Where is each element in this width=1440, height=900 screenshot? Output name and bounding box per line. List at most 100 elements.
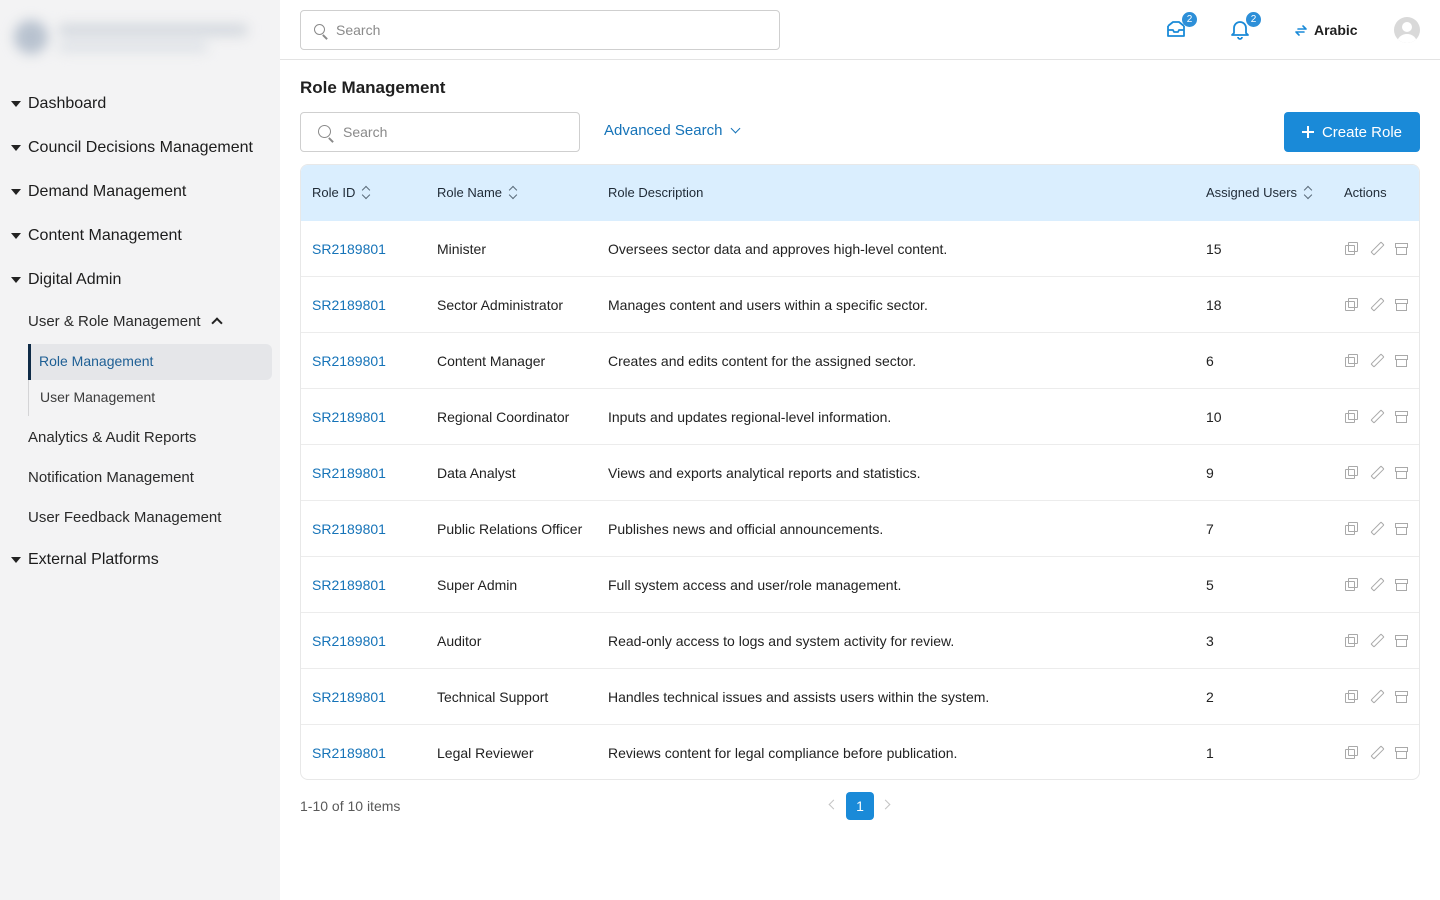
caret-down-icon	[11, 233, 21, 239]
edit-icon[interactable]	[1370, 634, 1383, 647]
sidebar-item-label: User & Role Management	[28, 313, 201, 330]
delete-icon[interactable]	[1395, 746, 1408, 759]
edit-icon[interactable]	[1370, 466, 1383, 479]
sidebar-item-user-management[interactable]: User Management	[40, 389, 155, 405]
edit-icon[interactable]	[1370, 746, 1383, 759]
role-name: Content Manager	[437, 353, 546, 369]
user-avatar-icon	[1397, 22, 1417, 43]
page-button-current[interactable]: 1	[846, 792, 874, 820]
table-search[interactable]	[300, 112, 580, 152]
copy-icon[interactable]	[1345, 242, 1358, 255]
edit-icon[interactable]	[1370, 410, 1383, 423]
role-id-link[interactable]: SR2189801	[312, 465, 386, 481]
role-description: Inputs and updates regional-level inform…	[608, 409, 892, 425]
column-header-role-id[interactable]: Role ID	[312, 185, 371, 200]
delete-icon[interactable]	[1395, 298, 1408, 311]
edit-icon[interactable]	[1370, 522, 1383, 535]
sidebar-item-council-decisions[interactable]: Council Decisions Management	[0, 136, 280, 160]
sidebar-item-dashboard[interactable]: Dashboard	[0, 92, 280, 116]
edit-icon[interactable]	[1370, 298, 1383, 311]
edit-icon[interactable]	[1370, 690, 1383, 703]
messages-button[interactable]: 2	[1165, 12, 1197, 42]
sidebar-item-demand-management[interactable]: Demand Management	[0, 180, 280, 204]
edit-icon[interactable]	[1370, 242, 1383, 255]
create-role-button[interactable]: Create Role	[1284, 112, 1420, 152]
assigned-users-count: 1	[1206, 745, 1214, 761]
copy-icon[interactable]	[1345, 690, 1358, 703]
column-header-assigned-users[interactable]: Assigned Users	[1206, 185, 1313, 200]
copy-icon[interactable]	[1345, 466, 1358, 479]
roles-table: Role ID Role Name Role Description Assig…	[300, 164, 1420, 780]
caret-down-icon	[11, 557, 21, 563]
messages-badge: 2	[1182, 12, 1197, 27]
role-id-link[interactable]: SR2189801	[312, 633, 386, 649]
copy-icon[interactable]	[1345, 410, 1358, 423]
sidebar-item-notification-management[interactable]: Notification Management	[28, 467, 194, 489]
assigned-users-count: 7	[1206, 521, 1214, 537]
delete-icon[interactable]	[1395, 690, 1408, 703]
copy-icon[interactable]	[1345, 578, 1358, 591]
sidebar-item-label: Content Management	[28, 227, 182, 244]
copy-icon[interactable]	[1345, 634, 1358, 647]
copy-icon[interactable]	[1345, 298, 1358, 311]
role-id-link[interactable]: SR2189801	[312, 241, 386, 257]
row-actions	[1345, 522, 1408, 535]
language-label: Arabic	[1314, 22, 1358, 38]
sort-icon[interactable]	[510, 187, 518, 199]
role-name: Public Relations Officer	[437, 521, 583, 537]
role-id-link[interactable]: SR2189801	[312, 353, 386, 369]
delete-icon[interactable]	[1395, 634, 1408, 647]
role-id-link[interactable]: SR2189801	[312, 521, 386, 537]
row-actions	[1345, 410, 1408, 423]
delete-icon[interactable]	[1395, 578, 1408, 591]
chevron-left-icon[interactable]	[828, 799, 839, 810]
role-name: Regional Coordinator	[437, 409, 570, 425]
column-label: Role Description	[608, 185, 704, 200]
delete-icon[interactable]	[1395, 522, 1408, 535]
role-id-link[interactable]: SR2189801	[312, 577, 386, 593]
copy-icon[interactable]	[1345, 746, 1358, 759]
delete-icon[interactable]	[1395, 410, 1408, 423]
role-description: Full system access and user/role managem…	[608, 577, 902, 593]
advanced-search-toggle[interactable]: Advanced Search	[604, 122, 741, 139]
role-id-link[interactable]: SR2189801	[312, 745, 386, 761]
assigned-users-count: 3	[1206, 633, 1214, 649]
caret-down-icon	[11, 145, 21, 151]
role-name: Super Admin	[437, 577, 518, 593]
table-row: SR2189801 Technical Support Handles techni…	[301, 669, 1419, 725]
sidebar-item-role-management[interactable]: Role Management	[28, 344, 272, 380]
sidebar-item-analytics-audit[interactable]: Analytics & Audit Reports	[28, 427, 196, 449]
global-search[interactable]	[300, 10, 780, 50]
copy-icon[interactable]	[1345, 354, 1358, 367]
role-name: Technical Support	[437, 689, 549, 705]
column-label: Role ID	[312, 185, 356, 200]
sidebar-item-user-role-management[interactable]: User & Role Management	[28, 311, 223, 333]
assigned-users-count: 6	[1206, 353, 1214, 369]
role-name: Data Analyst	[437, 465, 516, 481]
sidebar-item-digital-admin[interactable]: Digital Admin	[0, 268, 280, 292]
sort-icon[interactable]	[363, 187, 371, 199]
edit-icon[interactable]	[1370, 354, 1383, 367]
sidebar-item-external-platforms[interactable]: External Platforms	[0, 548, 280, 572]
copy-icon[interactable]	[1345, 522, 1358, 535]
role-id-link[interactable]: SR2189801	[312, 297, 386, 313]
row-actions	[1345, 690, 1408, 703]
chevron-right-icon[interactable]	[880, 799, 891, 810]
delete-icon[interactable]	[1395, 242, 1408, 255]
sidebar-item-user-feedback[interactable]: User Feedback Management	[28, 507, 221, 529]
sidebar-item-content-management[interactable]: Content Management	[0, 224, 280, 248]
notifications-button[interactable]: 2	[1229, 12, 1261, 42]
language-toggle[interactable]: Arabic	[1294, 20, 1358, 40]
role-id-link[interactable]: SR2189801	[312, 689, 386, 705]
sort-icon[interactable]	[1305, 187, 1313, 199]
role-id-link[interactable]: SR2189801	[312, 409, 386, 425]
table-search-input[interactable]	[343, 113, 563, 151]
user-avatar[interactable]	[1394, 17, 1420, 43]
assigned-users-count: 9	[1206, 465, 1214, 481]
column-header-role-name[interactable]: Role Name	[437, 185, 518, 200]
global-search-input[interactable]	[336, 11, 756, 49]
table-row: SR2189801 Super Admin Full system access a…	[301, 557, 1419, 613]
delete-icon[interactable]	[1395, 354, 1408, 367]
edit-icon[interactable]	[1370, 578, 1383, 591]
delete-icon[interactable]	[1395, 466, 1408, 479]
